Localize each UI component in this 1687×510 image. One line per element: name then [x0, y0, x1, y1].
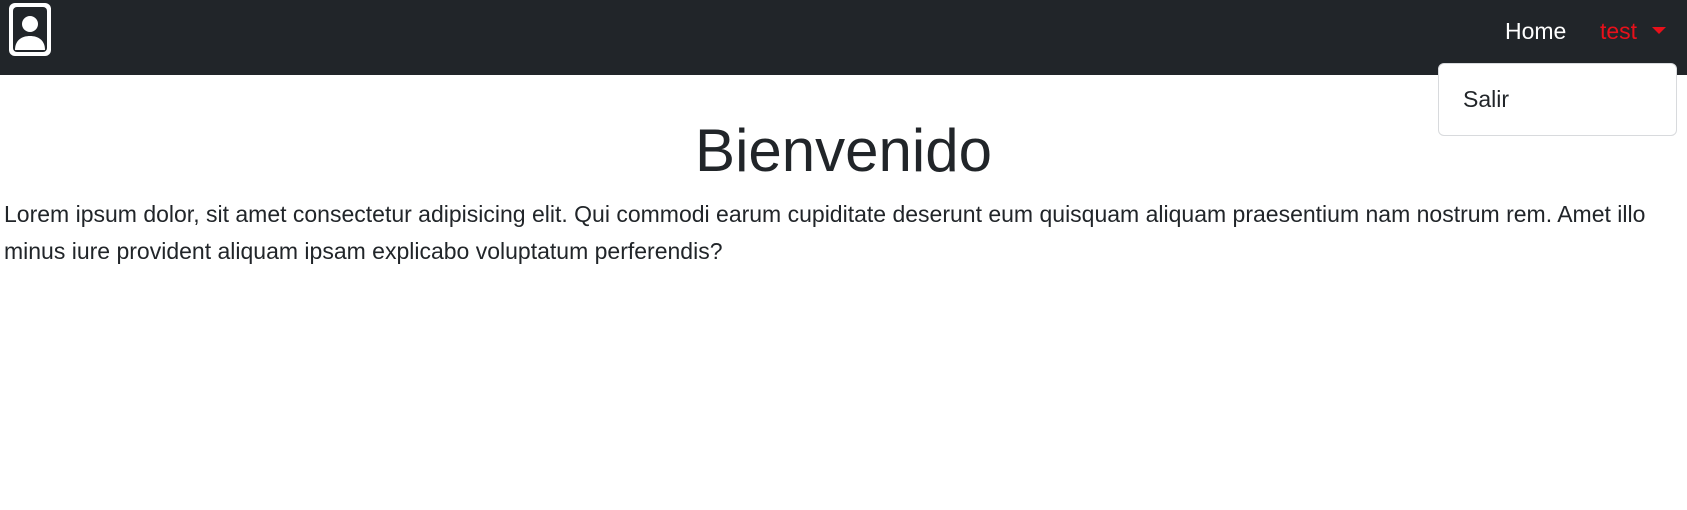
- caret-down-icon[interactable]: [1652, 27, 1666, 34]
- page-title: Bienvenido: [695, 117, 992, 184]
- nav-link-home[interactable]: Home: [1505, 16, 1566, 46]
- navbar: Home test: [0, 0, 1687, 75]
- user-dropdown-toggle[interactable]: test: [1600, 16, 1637, 46]
- intro-paragraph: Lorem ipsum dolor, sit amet consectetur …: [4, 201, 1646, 264]
- user-profile-icon[interactable]: [9, 3, 51, 56]
- dropdown-item-salir[interactable]: Salir: [1463, 84, 1509, 114]
